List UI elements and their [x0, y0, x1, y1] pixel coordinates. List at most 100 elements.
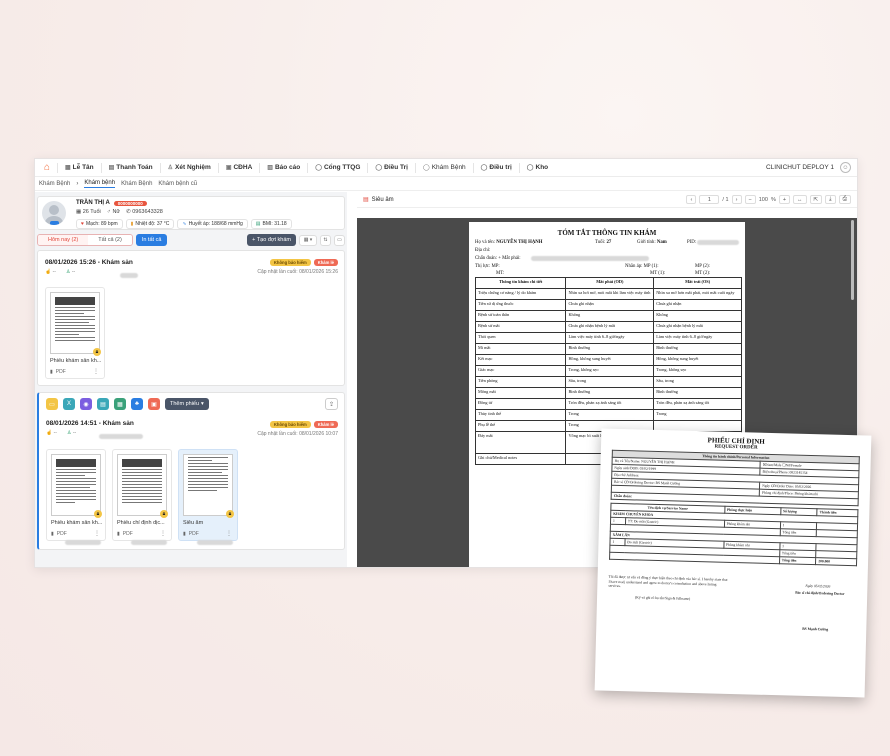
- exam-cell: Đáy mắt: [474, 431, 567, 454]
- sort-icon[interactable]: ⇅: [320, 234, 331, 246]
- redacted-diagnosis: [531, 256, 649, 261]
- breadcrumb-root[interactable]: Khám Bệnh: [39, 181, 70, 187]
- user-avatar-icon[interactable]: ☺: [840, 162, 851, 173]
- folder-icon[interactable]: ▭: [46, 398, 58, 410]
- upload-icon[interactable]: ⇪: [325, 398, 338, 410]
- nav-bao-cao[interactable]: ▥ Báo cáo: [259, 162, 307, 173]
- col-header: Mắt trái (OS): [653, 277, 742, 289]
- kebab-menu-icon[interactable]: ⋮: [226, 530, 232, 537]
- nav-dieu-tri[interactable]: ◯ Điều Trị: [367, 162, 415, 173]
- exam-cell: Mi mắt: [474, 343, 567, 355]
- excel-icon[interactable]: X: [63, 398, 75, 410]
- page-input[interactable]: 1: [699, 195, 720, 204]
- document-name: Phiếu khám sản kh...: [51, 520, 103, 526]
- kebab-menu-icon[interactable]: ⋮: [94, 530, 100, 537]
- visit-meta: ☝ -- ♙ --: [45, 269, 75, 275]
- scrollbar[interactable]: [851, 220, 854, 300]
- doctor-icon: ♙: [66, 430, 72, 436]
- exam-cell: Chưa ghi nhận bệnh lý mắt: [653, 321, 742, 333]
- kebab-menu-icon[interactable]: ⋮: [160, 530, 166, 537]
- file-icon: ▮: [50, 369, 53, 375]
- doctor-name: BS Mạnh Cường: [802, 626, 829, 632]
- nav-thanh-toan[interactable]: ▤ Thanh Toán: [100, 162, 160, 173]
- create-visit-button[interactable]: + Tạo đợt khám: [247, 234, 296, 246]
- next-page-icon[interactable]: ›: [731, 195, 742, 204]
- exam-cell: Nhìn xa mờ hơn mắt phải, mỏi mắt cuối ng…: [653, 288, 742, 300]
- tab-kham-benh[interactable]: Khám bệnh: [84, 180, 116, 188]
- exam-cell: Trong, không sẹo: [653, 365, 742, 377]
- file-icon: ▮: [117, 531, 120, 537]
- nav-cong-ttqg[interactable]: ◯ Cổng TTQG: [307, 162, 367, 173]
- grand-total-value: 200.000: [815, 557, 857, 566]
- print-all-button[interactable]: In tất cả: [135, 234, 168, 246]
- zoom-in-icon[interactable]: +: [778, 195, 791, 204]
- viewer-controls: ‹ 1 / 1 › − 100 % + ↔ ⇱ ⤓ ⎙: [686, 195, 851, 204]
- zoom-out-icon[interactable]: −: [744, 195, 756, 204]
- document-tile[interactable]: 🔒︎ Phiếu chỉ định dịc... ▮ PDF ⋮: [112, 449, 172, 541]
- add-form-button[interactable]: Thêm phiếu ▾: [165, 398, 209, 410]
- patient-name: TRẦN THỊ A: [76, 200, 110, 206]
- calendar-icon: ▦: [65, 165, 71, 171]
- date-filter: Hôm nay (2) Tất cả (2): [37, 234, 133, 246]
- left-panel: TRẦN THỊ A 0000000000 ▦ 26 Tuổi ♂ Nữ ✆ 0…: [35, 192, 347, 567]
- open-external-icon[interactable]: ⇱: [809, 195, 823, 204]
- document-tile[interactable]: 🔒︎ Phiếu khám sản kh... ▮ PDF ⋮: [45, 287, 105, 379]
- panel-icon[interactable]: ▭: [334, 234, 345, 246]
- request-order-document: PHIẾU CHỈ ĐỊNH REQUEST ORDER Thông tin h…: [594, 428, 872, 698]
- tab-kham-benh-2[interactable]: Khám Bệnh: [121, 181, 152, 187]
- view-toggle-icon[interactable]: ▦ ▾: [299, 234, 317, 246]
- tab-all[interactable]: Tất cả (2): [88, 235, 132, 245]
- circle-icon: ◯: [375, 165, 383, 171]
- exam-table-row: Triệu chứng cơ năng / lý do khám Nhìn xa …: [474, 288, 742, 300]
- print-icon[interactable]: ⎙: [838, 195, 851, 204]
- document-thumbnail: [50, 292, 100, 354]
- document-tile-selected[interactable]: 🔒︎ Siêu âm ▮ PDF ⋮: [178, 449, 238, 541]
- users-icon[interactable]: ♣: [131, 398, 143, 410]
- visit-title: 08/01/2026 14:51 - Khám sản: [46, 420, 134, 427]
- nav-kho[interactable]: ◯ Kho: [518, 162, 555, 173]
- lock-icon: 🔒︎: [226, 510, 234, 518]
- consent-text: Tôi đã được tư vấn và đồng ý thực hiện t…: [608, 574, 728, 589]
- document-type: ▮ PDF: [51, 531, 67, 537]
- pid-line: PID:: [687, 240, 697, 245]
- visit-card-2[interactable]: ▭ X ◉ ▤ ▦ ♣ ▣ Thêm phiếu ▾ ⇪ 08/01/2026 1…: [37, 392, 345, 550]
- col-header: Mắt phải (OD): [565, 277, 655, 289]
- diagnosis-line: Chẩn đoán: + Mắt phải:: [475, 256, 521, 261]
- user-icon: ♙: [167, 165, 174, 171]
- document-type: ▮ PDF: [117, 531, 133, 537]
- calendar-icon[interactable]: ▣: [148, 398, 160, 410]
- home-icon[interactable]: ⌂: [41, 162, 53, 174]
- download-icon[interactable]: ⤓: [825, 195, 836, 204]
- visit-type-badge: Khám lẻ: [313, 421, 338, 428]
- clipboard-icon[interactable]: ▤: [97, 398, 109, 410]
- record-icon[interactable]: ◉: [80, 398, 92, 410]
- fit-icon[interactable]: ↔: [793, 195, 807, 204]
- meta-a: ☝ --: [46, 430, 57, 436]
- mt2: MT (2):: [695, 271, 711, 276]
- services-table: Tên dịch vụ/Service Name Phòng thực hiện…: [609, 503, 858, 566]
- edit-avatar-icon[interactable]: [50, 221, 59, 225]
- prev-page-icon[interactable]: ‹: [686, 195, 697, 204]
- nav-dieu-tri-2[interactable]: ◯ Điều trị: [472, 162, 519, 173]
- exam-cell: Tròn đều, phản xạ ánh sáng tốt: [653, 398, 742, 410]
- kebab-menu-icon[interactable]: ⋮: [93, 368, 99, 375]
- document-tile[interactable]: 🔒︎ Phiếu khám sản kh... ▮ PDF ⋮: [46, 449, 106, 541]
- nav-kham-benh[interactable]: ◯ Khám Bệnh: [414, 162, 473, 173]
- viewer-title: Siêu âm: [371, 196, 394, 203]
- exam-cell: Bình thường: [565, 343, 655, 355]
- exam-cell: Làm việc máy tính 6–8 giờ/ngày: [565, 332, 655, 344]
- tab-kham-benh-cu[interactable]: Khám bệnh cũ: [158, 181, 197, 187]
- grid-icon[interactable]: ▦: [114, 398, 126, 410]
- nav-le-tan[interactable]: ▦ Lễ Tân: [57, 162, 101, 173]
- personal-info-table: Thông tin hành chính/Personal Informatio…: [611, 450, 860, 506]
- tab-today[interactable]: Hôm nay (2): [38, 235, 89, 245]
- nav-xet-nghiem[interactable]: ♙ Xét Nghiệm: [159, 162, 218, 173]
- nav-cdha[interactable]: ▣ CĐHA: [217, 162, 259, 173]
- exam-table-row: Mống mắt Bình thường Bình thường: [474, 387, 742, 399]
- visit-card-1[interactable]: 08/01/2026 15:26 - Khám sản Không bảo hi…: [37, 250, 345, 386]
- exam-cell: Trong: [565, 409, 655, 421]
- top-nav: ⌂ ▦ Lễ Tân ▤ Thanh Toán ♙ Xét Nghiệm ▣ CĐHA …: [35, 159, 857, 177]
- pdf-icon: ▤: [363, 197, 369, 203]
- visit-tags: Không bảo hiểm Khám lẻ: [269, 421, 338, 428]
- lock-icon: 🔒︎: [93, 348, 101, 356]
